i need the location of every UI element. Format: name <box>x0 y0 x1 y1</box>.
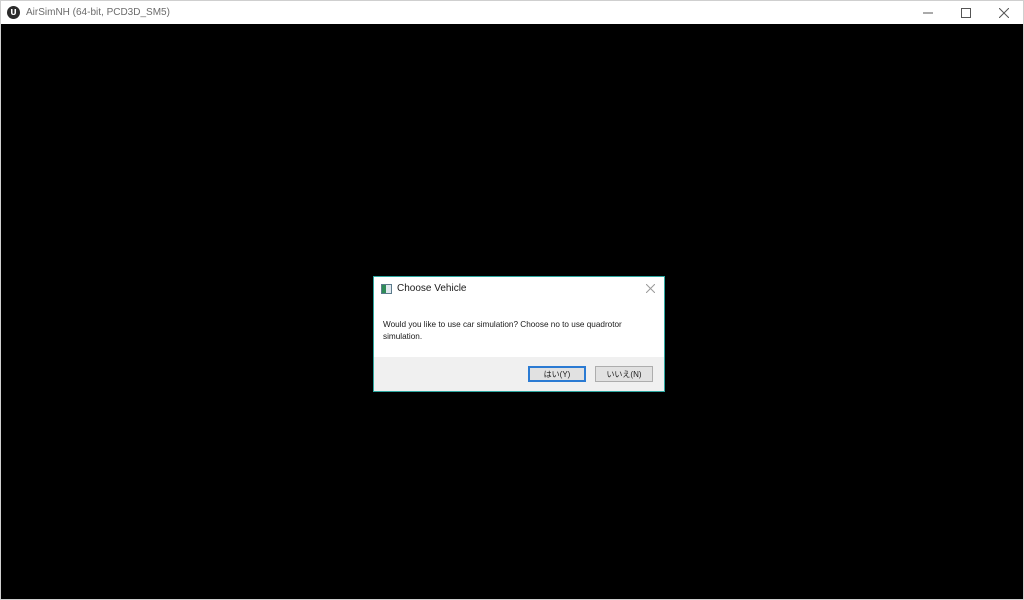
dialog-title: Choose Vehicle <box>397 283 467 294</box>
close-button[interactable] <box>985 1 1023 24</box>
minimize-button[interactable] <box>909 1 947 24</box>
choose-vehicle-dialog: Choose Vehicle Would you like to use car… <box>373 276 665 392</box>
yes-button[interactable]: はい(Y) <box>528 366 586 382</box>
dialog-titlebar[interactable]: Choose Vehicle <box>374 277 664 300</box>
maximize-button[interactable] <box>947 1 985 24</box>
dialog-message: Would you like to use car simulation? Ch… <box>383 320 622 341</box>
app-window: U AirSimNH (64-bit, PCD3D_SM5) Choose Ve… <box>0 0 1024 600</box>
no-button[interactable]: いいえ(N) <box>595 366 653 382</box>
window-controls <box>909 1 1023 24</box>
application-icon <box>381 283 392 294</box>
dialog-close-button[interactable] <box>644 282 656 294</box>
maximize-icon <box>961 7 971 18</box>
window-titlebar[interactable]: U AirSimNH (64-bit, PCD3D_SM5) <box>1 1 1023 24</box>
dialog-button-bar: はい(Y) いいえ(N) <box>374 357 664 391</box>
minimize-icon <box>923 12 933 13</box>
close-icon <box>999 7 1009 18</box>
window-title: AirSimNH (64-bit, PCD3D_SM5) <box>26 7 170 18</box>
unreal-logo-icon: U <box>7 6 20 19</box>
close-icon <box>645 283 655 293</box>
